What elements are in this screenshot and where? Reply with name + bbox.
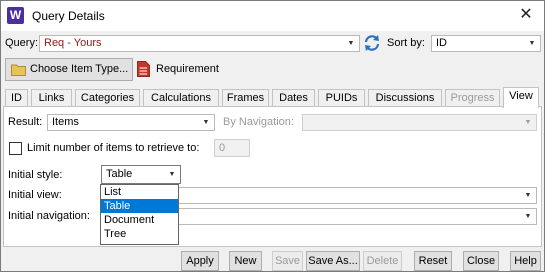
dropdown-option-document[interactable]: Document: [101, 213, 178, 227]
dropdown-option-list[interactable]: List: [101, 185, 178, 199]
delete-button: Delete: [363, 251, 402, 271]
sort-by-select[interactable]: ID ▼: [431, 35, 541, 52]
initial-view-label: Initial view:: [8, 189, 62, 201]
chevron-down-icon: ▼: [524, 192, 532, 199]
initial-style-select[interactable]: Table ▼: [101, 165, 181, 184]
by-navigation-label: By Navigation:: [223, 116, 294, 128]
item-type-value: Requirement: [156, 63, 219, 75]
help-button[interactable]: Help: [510, 251, 541, 271]
dropdown-option-tree[interactable]: Tree: [101, 227, 178, 241]
query-details-window: W Query Details ✕ Query: Req - Yours ▼ S…: [0, 0, 545, 272]
close-icon[interactable]: ✕: [516, 5, 536, 25]
chevron-down-icon: ▼: [347, 40, 355, 47]
chevron-down-icon: ▼: [202, 119, 210, 126]
chevron-down-icon: ▼: [524, 213, 532, 220]
result-select[interactable]: Items ▼: [47, 114, 215, 131]
initial-navigation-label: Initial navigation:: [8, 210, 90, 222]
limit-count-field: 0: [214, 139, 250, 157]
result-value: Items: [52, 116, 79, 128]
tab-puids[interactable]: PUIDs: [318, 89, 365, 107]
chevron-down-icon: ▼: [524, 119, 532, 126]
query-label: Query:: [5, 37, 39, 49]
choose-item-type-label: Choose Item Type...: [30, 63, 129, 75]
choose-item-type-button[interactable]: Choose Item Type...: [5, 58, 133, 81]
tab-frames[interactable]: Frames: [222, 89, 269, 107]
save-button: Save: [272, 251, 303, 271]
close-button[interactable]: Close: [463, 251, 499, 271]
chevron-down-icon: ▼: [168, 171, 176, 178]
by-navigation-select: ▼: [302, 114, 537, 131]
save-as-button[interactable]: Save As...: [306, 251, 360, 271]
tab-links[interactable]: Links: [31, 89, 72, 107]
app-icon: W: [7, 7, 24, 24]
document-icon: [137, 61, 150, 77]
tab-progress: Progress: [445, 89, 500, 107]
dropdown-option-table[interactable]: Table: [101, 199, 178, 213]
tab-categories[interactable]: Categories: [75, 89, 140, 107]
limit-count-value: 0: [219, 142, 226, 154]
reset-button[interactable]: Reset: [414, 251, 452, 271]
tab-calculations[interactable]: Calculations: [143, 89, 219, 107]
window-title: Query Details: [32, 9, 105, 23]
tab-discussions[interactable]: Discussions: [368, 89, 442, 107]
initial-style-dropdown-list: List Table Document Tree: [100, 184, 179, 245]
new-button[interactable]: New: [229, 251, 262, 271]
limit-checkbox[interactable]: [9, 142, 22, 155]
view-tab-panel: Result: Items ▼ By Navigation: ▼ Limit n…: [3, 106, 542, 247]
initial-style-value: Table: [106, 168, 133, 180]
refresh-icon[interactable]: [363, 34, 381, 52]
title-bar[interactable]: W Query Details ✕: [1, 1, 544, 31]
tab-id[interactable]: ID: [5, 89, 28, 107]
apply-button[interactable]: Apply: [181, 251, 219, 271]
sort-by-label: Sort by:: [387, 37, 425, 49]
result-label: Result:: [8, 116, 43, 128]
query-value: Req - Yours: [44, 37, 102, 49]
tab-view[interactable]: View: [503, 87, 539, 108]
tab-dates[interactable]: Dates: [272, 89, 315, 107]
sort-by-value: ID: [436, 37, 447, 49]
limit-label: Limit number of items to retrieve to:: [27, 142, 200, 154]
folder-icon: [11, 64, 26, 76]
query-select[interactable]: Req - Yours ▼: [39, 35, 360, 52]
initial-style-label: Initial style:: [8, 169, 63, 181]
chevron-down-icon: ▼: [528, 40, 536, 47]
